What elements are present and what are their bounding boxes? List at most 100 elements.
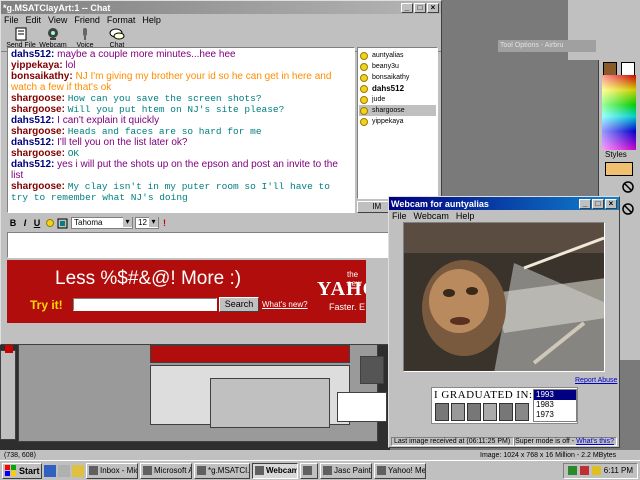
graduation-year-list[interactable]: 1993 1983 1973 bbox=[533, 389, 577, 422]
participant-name: dahs512 bbox=[372, 84, 405, 93]
participant-name: shargoose bbox=[372, 107, 405, 114]
minimize-button[interactable]: _ bbox=[401, 2, 413, 13]
report-abuse-link[interactable]: Report Abuse bbox=[575, 377, 617, 384]
taskbar-button[interactable]: *g.MSATCl... bbox=[194, 462, 250, 479]
quicklaunch-desktop-icon[interactable] bbox=[58, 464, 70, 477]
menu-file[interactable]: File bbox=[392, 211, 407, 221]
webcam-titlebar[interactable]: Webcam for auntyalias _ □ × bbox=[389, 197, 619, 210]
message-sender: dahs512: bbox=[11, 137, 55, 148]
antivirus-icon[interactable] bbox=[579, 466, 589, 475]
message-sender: dahs512: bbox=[11, 49, 55, 60]
ad-tagline: Faster. E bbox=[329, 302, 366, 312]
menu-help[interactable]: Help bbox=[456, 211, 475, 221]
year-option[interactable]: 1973 bbox=[534, 410, 576, 420]
recursive-graduated bbox=[337, 392, 387, 422]
year-option[interactable]: 1993 bbox=[534, 390, 576, 400]
tool-options-titlebar[interactable]: Tool Options - Airbru bbox=[498, 40, 596, 52]
bold-button[interactable]: B bbox=[7, 218, 19, 228]
participant-item[interactable]: beany3u bbox=[359, 61, 436, 72]
smiley-icon bbox=[360, 51, 368, 60]
taskbar-button[interactable]: Inbox - Mic... bbox=[86, 462, 138, 479]
windows-logo-icon bbox=[5, 465, 16, 476]
taskbar-button[interactable] bbox=[300, 462, 318, 479]
foreground-swatch[interactable] bbox=[603, 62, 617, 76]
taskbar-button[interactable]: Yahoo! Me... bbox=[374, 462, 426, 479]
quicklaunch-ie-icon[interactable] bbox=[44, 464, 56, 477]
ad-search-input[interactable] bbox=[73, 298, 217, 311]
background-swatch[interactable] bbox=[621, 62, 635, 76]
participant-item[interactable]: yippekaya bbox=[359, 116, 436, 127]
messenger-icon[interactable] bbox=[591, 466, 601, 475]
participant-name: jude bbox=[372, 96, 386, 103]
participant-item[interactable]: dahs512 bbox=[359, 83, 436, 94]
menu-friend[interactable]: Friend bbox=[74, 15, 100, 25]
close-button[interactable]: × bbox=[605, 198, 617, 209]
chat-input[interactable] bbox=[7, 232, 438, 258]
participant-item[interactable]: auntyalias bbox=[359, 50, 436, 61]
alert-icon[interactable]: ! bbox=[163, 218, 166, 228]
ad-search-button[interactable]: Search bbox=[219, 297, 259, 312]
menu-file[interactable]: File bbox=[4, 15, 19, 25]
graduated-ad[interactable]: I GRADUATED IN: 1993 1983 1973 bbox=[431, 387, 578, 424]
menu-help[interactable]: Help bbox=[142, 15, 161, 25]
maximize-button[interactable]: □ bbox=[414, 2, 426, 13]
participant-item[interactable]: jude bbox=[359, 94, 436, 105]
image-info: Image: 1024 x 768 x 16 Million - 2.2 MBy… bbox=[480, 451, 617, 459]
minimize-button[interactable]: _ bbox=[579, 198, 591, 209]
cursor-coordinates: (738, 608) bbox=[4, 451, 36, 459]
paint-workspace bbox=[442, 0, 567, 196]
taskbar-button[interactable]: Jasc Paint... bbox=[320, 462, 372, 479]
start-button[interactable]: Start bbox=[2, 462, 42, 479]
no-texture-icon-2[interactable] bbox=[621, 202, 635, 216]
taskbar-button-label: Webcam... bbox=[266, 466, 298, 475]
webcam-window: Webcam for auntyalias _ □ × File Webcam … bbox=[388, 196, 620, 448]
yahoo-ad-banner[interactable]: Less %$#&@! More :) Try it! Search What'… bbox=[7, 260, 366, 323]
participant-name: bonsaikathy bbox=[372, 74, 410, 81]
app-icon bbox=[303, 466, 312, 475]
participant-item[interactable]: bonsaikathy bbox=[359, 72, 436, 83]
ad-whats-new-link[interactable]: What's new? bbox=[262, 300, 308, 309]
taskbar-button[interactable]: Webcam... bbox=[252, 462, 298, 479]
color-picker-icon[interactable] bbox=[57, 218, 68, 229]
network-icon[interactable] bbox=[567, 466, 577, 475]
taskbar-button-label: *g.MSATCl... bbox=[208, 466, 250, 475]
app-icon bbox=[377, 466, 386, 475]
super-mode-status: Super mode is off - What's this? bbox=[514, 436, 617, 446]
style-swatch[interactable] bbox=[605, 162, 633, 176]
menu-edit[interactable]: Edit bbox=[26, 15, 42, 25]
no-texture-icon[interactable] bbox=[621, 180, 635, 194]
chat-message: shargoose: Will you put htem on NJ's sit… bbox=[11, 104, 351, 115]
classmate-photo bbox=[451, 403, 465, 421]
clock[interactable]: 6:11 PM bbox=[604, 466, 633, 475]
size-select[interactable]: 12 bbox=[135, 217, 159, 229]
recursive-chat-inner bbox=[210, 378, 330, 428]
app-icon bbox=[323, 466, 332, 475]
message-sender: bonsaikathy: bbox=[11, 71, 73, 82]
classmate-photo bbox=[499, 403, 513, 421]
chat-titlebar[interactable]: *g.MSATClayArt:1 -- Chat _ □ × bbox=[1, 1, 441, 14]
participant-name: auntyalias bbox=[372, 52, 404, 59]
color-spectrum[interactable] bbox=[602, 75, 636, 150]
menu-webcam[interactable]: Webcam bbox=[414, 211, 449, 221]
quicklaunch-outlook-icon[interactable] bbox=[72, 464, 84, 477]
chat-message: shargoose: Heads and faces are so hard f… bbox=[11, 126, 351, 137]
smiley-icon[interactable] bbox=[46, 219, 54, 227]
chat-window: *g.MSATClayArt:1 -- Chat _ □ × File Edit… bbox=[0, 0, 442, 345]
chat-message-area[interactable]: dahs512: maybe a couple more minutes...h… bbox=[7, 47, 355, 213]
participant-name: beany3u bbox=[372, 63, 399, 70]
italic-button[interactable]: I bbox=[19, 218, 31, 228]
menu-format[interactable]: Format bbox=[107, 15, 136, 25]
maximize-button[interactable]: □ bbox=[592, 198, 604, 209]
menu-view[interactable]: View bbox=[48, 15, 67, 25]
taskbar-button[interactable]: Microsoft A... bbox=[140, 462, 192, 479]
underline-button[interactable]: U bbox=[31, 218, 43, 228]
chat-participant-list[interactable]: auntyalias beany3u bonsaikathy dahs512 jude s… bbox=[357, 47, 438, 199]
close-button[interactable]: × bbox=[427, 2, 439, 13]
font-select[interactable]: Tahoma bbox=[71, 217, 133, 229]
whats-this-link[interactable]: What's this? bbox=[576, 438, 614, 445]
participant-item[interactable]: shargoose bbox=[359, 105, 436, 116]
message-sender: shargoose: bbox=[11, 104, 65, 115]
app-icon bbox=[255, 466, 264, 475]
year-option[interactable]: 1983 bbox=[534, 400, 576, 410]
chat-bubble-icon bbox=[109, 28, 125, 40]
